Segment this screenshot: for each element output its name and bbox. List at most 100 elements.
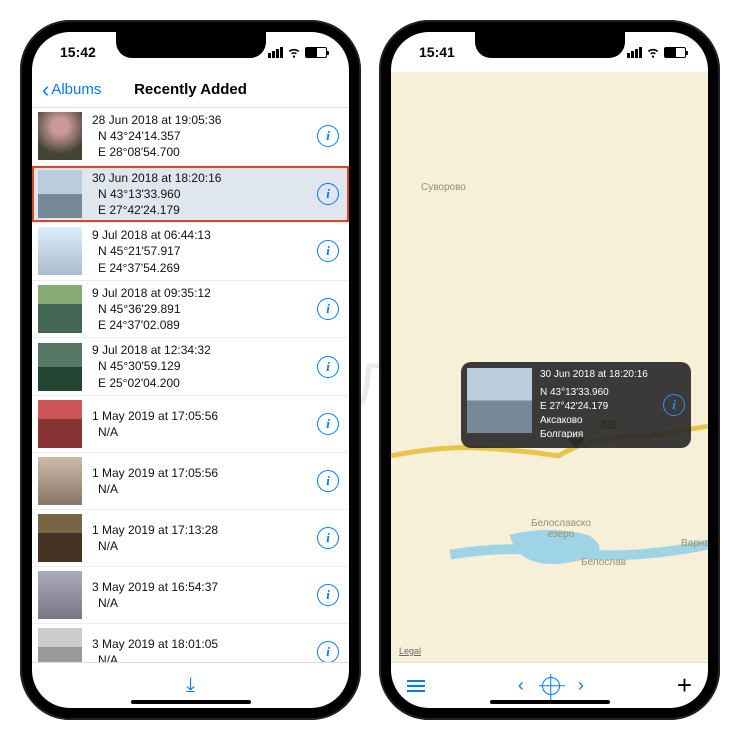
legal-link[interactable]: Legal bbox=[399, 646, 421, 656]
latitude: N/A bbox=[92, 652, 307, 662]
notch bbox=[475, 32, 625, 58]
timestamp: 9 Jul 2018 at 09:35:12 bbox=[92, 285, 307, 301]
map-callout[interactable]: 30 Jun 2018 at 18:20:16 N 43°13'33.960 E… bbox=[461, 362, 691, 448]
list-item[interactable]: 3 May 2019 at 16:54:37N/A i bbox=[32, 567, 349, 624]
latitude: N 43°13'33.960 bbox=[92, 186, 307, 202]
info-icon[interactable]: i bbox=[663, 394, 685, 416]
home-indicator bbox=[131, 700, 251, 704]
timestamp: 30 Jun 2018 at 18:20:16 bbox=[92, 170, 307, 186]
timestamp: 3 May 2019 at 16:54:37 bbox=[92, 579, 307, 595]
list-item[interactable]: 1 May 2019 at 17:13:28N/A i bbox=[32, 510, 349, 567]
list-item[interactable]: 1 May 2019 at 17:05:56N/A i bbox=[32, 453, 349, 510]
map-label: Белославско езеро bbox=[531, 518, 591, 540]
timestamp: 3 May 2019 at 18:01:05 bbox=[92, 636, 307, 652]
timestamp: 1 May 2019 at 17:05:56 bbox=[92, 408, 307, 424]
battery-icon bbox=[664, 47, 686, 58]
info-icon[interactable]: i bbox=[317, 470, 339, 492]
nav-controls: ‹ › bbox=[518, 675, 584, 696]
callout-place2: Болгария bbox=[540, 428, 655, 442]
photo-list[interactable]: 28 Jun 2018 at 19:05:36N 43°24'14.357E 2… bbox=[32, 108, 349, 662]
notch bbox=[116, 32, 266, 58]
info-icon[interactable]: i bbox=[317, 527, 339, 549]
photo-meta: 1 May 2019 at 17:05:56N/A bbox=[92, 465, 307, 497]
home-indicator bbox=[490, 700, 610, 704]
download-icon[interactable]: ⤓ bbox=[186, 674, 195, 697]
screen-left: 15:42 ‹ Albums Recently Added 28 Jun 201… bbox=[32, 32, 349, 708]
photo-thumbnail bbox=[38, 571, 82, 619]
next-icon[interactable]: › bbox=[578, 675, 584, 696]
latitude: N/A bbox=[92, 595, 307, 611]
add-icon[interactable]: + bbox=[677, 670, 692, 701]
locate-icon[interactable] bbox=[542, 677, 560, 695]
photo-thumbnail bbox=[38, 457, 82, 505]
map-view[interactable]: Суворово Белославско езеро Белослав Варн… bbox=[391, 72, 708, 662]
info-icon[interactable]: i bbox=[317, 183, 339, 205]
wifi-icon bbox=[287, 45, 301, 59]
status-time: 15:42 bbox=[60, 44, 96, 60]
timestamp: 1 May 2019 at 17:13:28 bbox=[92, 522, 307, 538]
latitude: N/A bbox=[92, 481, 307, 497]
back-button[interactable]: ‹ Albums bbox=[42, 77, 101, 103]
callout-lat: N 43°13'33.960 bbox=[540, 386, 655, 400]
photo-meta: 9 Jul 2018 at 09:35:12N 45°36'29.891E 24… bbox=[92, 285, 307, 334]
battery-icon bbox=[305, 47, 327, 58]
list-item[interactable]: 3 May 2019 at 18:01:05N/A i bbox=[32, 624, 349, 662]
nav-bar: ‹ Albums Recently Added bbox=[32, 72, 349, 108]
info-icon[interactable]: i bbox=[317, 584, 339, 606]
list-item[interactable]: 9 Jul 2018 at 12:34:32N 45°30'59.129E 25… bbox=[32, 338, 349, 396]
status-icons bbox=[627, 45, 686, 59]
phone-left: 15:42 ‹ Albums Recently Added 28 Jun 201… bbox=[20, 20, 361, 720]
longitude: E 27°42'24.179 bbox=[92, 202, 307, 218]
photo-meta: 1 May 2019 at 17:05:56N/A bbox=[92, 408, 307, 440]
back-label: Albums bbox=[51, 81, 101, 98]
page-title: Recently Added bbox=[134, 81, 247, 98]
map-label: Белослав bbox=[581, 557, 626, 568]
timestamp: 9 Jul 2018 at 06:44:13 bbox=[92, 227, 307, 243]
photo-thumbnail bbox=[38, 285, 82, 333]
longitude: E 25°02'04.200 bbox=[92, 375, 307, 391]
photo-meta: 3 May 2019 at 18:01:05N/A bbox=[92, 636, 307, 662]
photo-meta: 30 Jun 2018 at 18:20:16N 43°13'33.960E 2… bbox=[92, 170, 307, 219]
list-item[interactable]: 28 Jun 2018 at 19:05:36N 43°24'14.357E 2… bbox=[32, 108, 349, 166]
callout-lon: E 27°42'24.179 bbox=[540, 400, 655, 414]
latitude: N/A bbox=[92, 538, 307, 554]
list-item[interactable]: 1 May 2019 at 17:05:56N/A i bbox=[32, 396, 349, 453]
wifi-icon bbox=[646, 45, 660, 59]
info-icon[interactable]: i bbox=[317, 298, 339, 320]
list-item[interactable]: 9 Jul 2018 at 06:44:13N 45°21'57.917E 24… bbox=[32, 223, 349, 281]
status-icons bbox=[268, 45, 327, 59]
photo-thumbnail bbox=[38, 514, 82, 562]
info-icon[interactable]: i bbox=[317, 641, 339, 662]
map-label: Суворово bbox=[421, 182, 466, 193]
photo-meta: 28 Jun 2018 at 19:05:36N 43°24'14.357E 2… bbox=[92, 112, 307, 161]
info-icon[interactable]: i bbox=[317, 240, 339, 262]
info-icon[interactable]: i bbox=[317, 413, 339, 435]
info-icon[interactable]: i bbox=[317, 356, 339, 378]
info-icon[interactable]: i bbox=[317, 125, 339, 147]
photo-meta: 9 Jul 2018 at 12:34:32N 45°30'59.129E 25… bbox=[92, 342, 307, 391]
photo-meta: 3 May 2019 at 16:54:37N/A bbox=[92, 579, 307, 611]
cellular-icon bbox=[627, 47, 642, 58]
list-item[interactable]: 9 Jul 2018 at 09:35:12N 45°36'29.891E 24… bbox=[32, 281, 349, 339]
photo-meta: 9 Jul 2018 at 06:44:13N 45°21'57.917E 24… bbox=[92, 227, 307, 276]
timestamp: 9 Jul 2018 at 12:34:32 bbox=[92, 342, 307, 358]
photo-thumbnail bbox=[38, 227, 82, 275]
callout-thumbnail bbox=[467, 368, 532, 433]
screen-right: 15:41 Суворово Белославско езеро Белосла… bbox=[391, 32, 708, 708]
callout-timestamp: 30 Jun 2018 at 18:20:16 bbox=[540, 368, 655, 382]
latitude: N/A bbox=[92, 424, 307, 440]
photo-thumbnail bbox=[38, 170, 82, 218]
latitude: N 45°30'59.129 bbox=[92, 358, 307, 374]
photo-thumbnail bbox=[38, 343, 82, 391]
list-item[interactable]: 30 Jun 2018 at 18:20:16N 43°13'33.960E 2… bbox=[32, 166, 349, 224]
menu-icon[interactable] bbox=[407, 680, 425, 692]
longitude: E 24°37'02.089 bbox=[92, 317, 307, 333]
callout-place1: Аксаково bbox=[540, 414, 655, 428]
status-time: 15:41 bbox=[419, 44, 455, 60]
timestamp: 28 Jun 2018 at 19:05:36 bbox=[92, 112, 307, 128]
cellular-icon bbox=[268, 47, 283, 58]
callout-text: 30 Jun 2018 at 18:20:16 N 43°13'33.960 E… bbox=[540, 368, 655, 442]
prev-icon[interactable]: ‹ bbox=[518, 675, 524, 696]
phone-right: 15:41 Суворово Белославско езеро Белосла… bbox=[379, 20, 720, 720]
photo-meta: 1 May 2019 at 17:13:28N/A bbox=[92, 522, 307, 554]
